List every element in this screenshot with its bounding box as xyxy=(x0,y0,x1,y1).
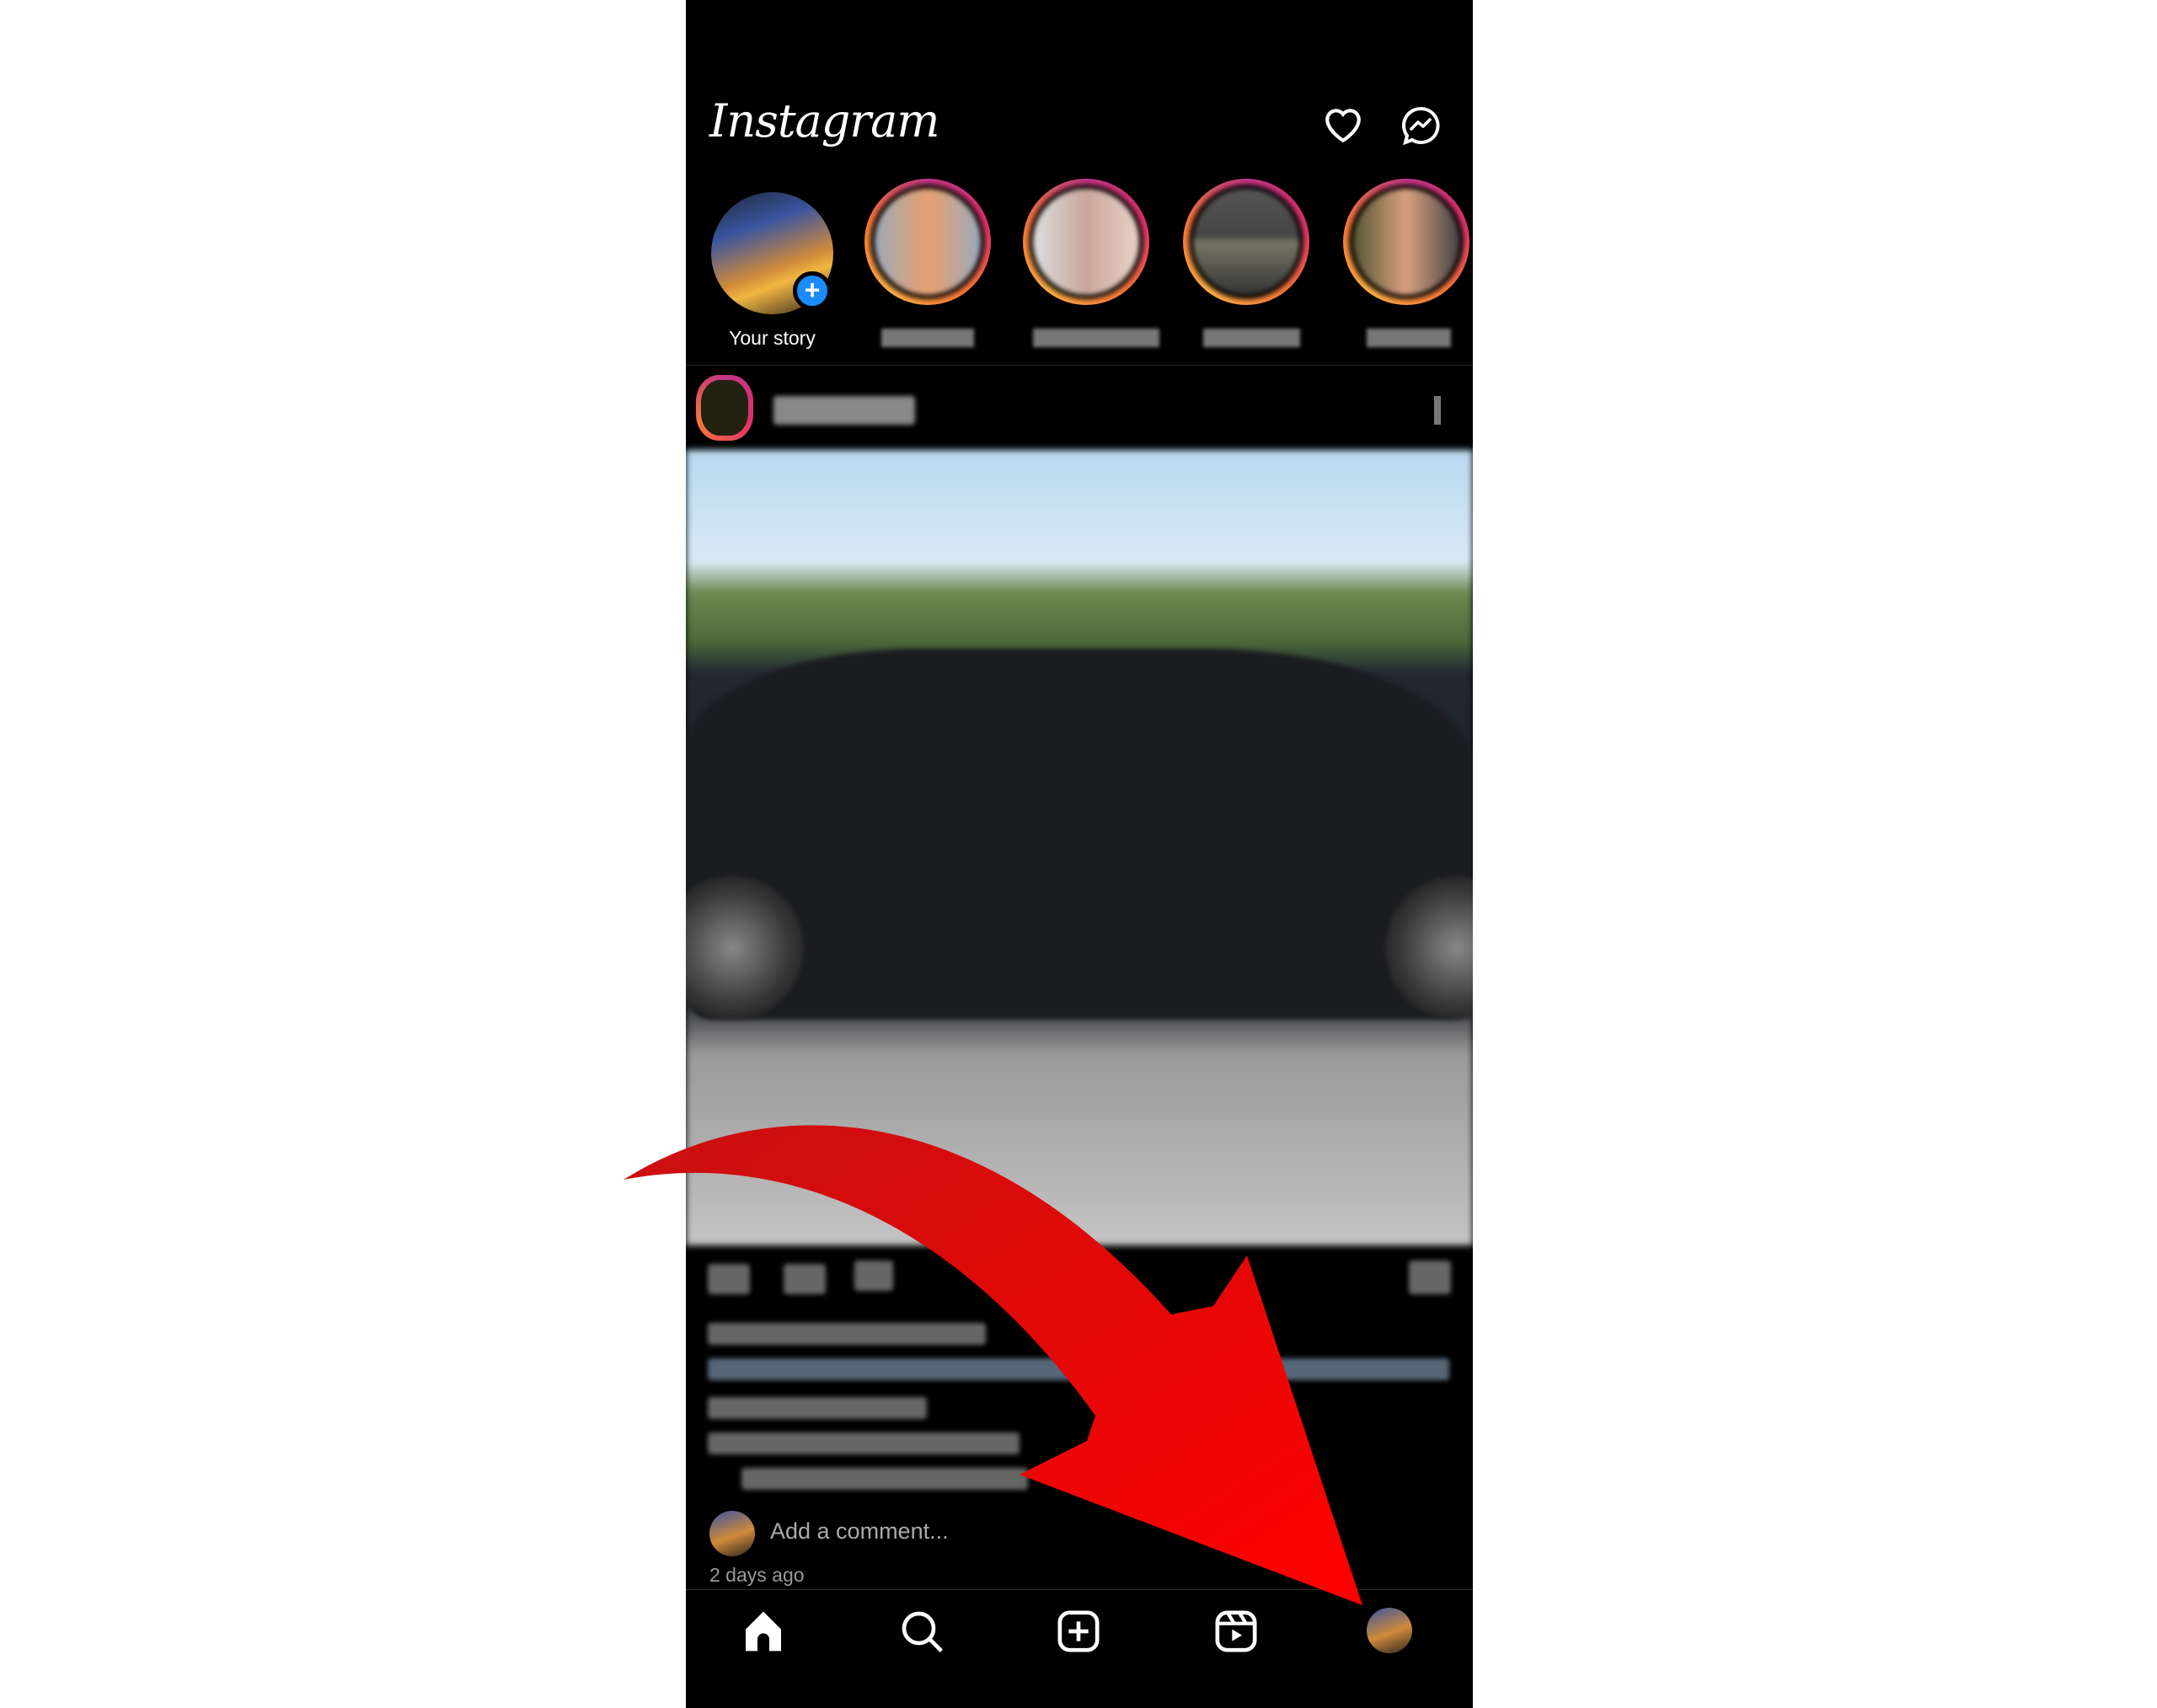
annotation-arrow xyxy=(624,1125,1362,1605)
